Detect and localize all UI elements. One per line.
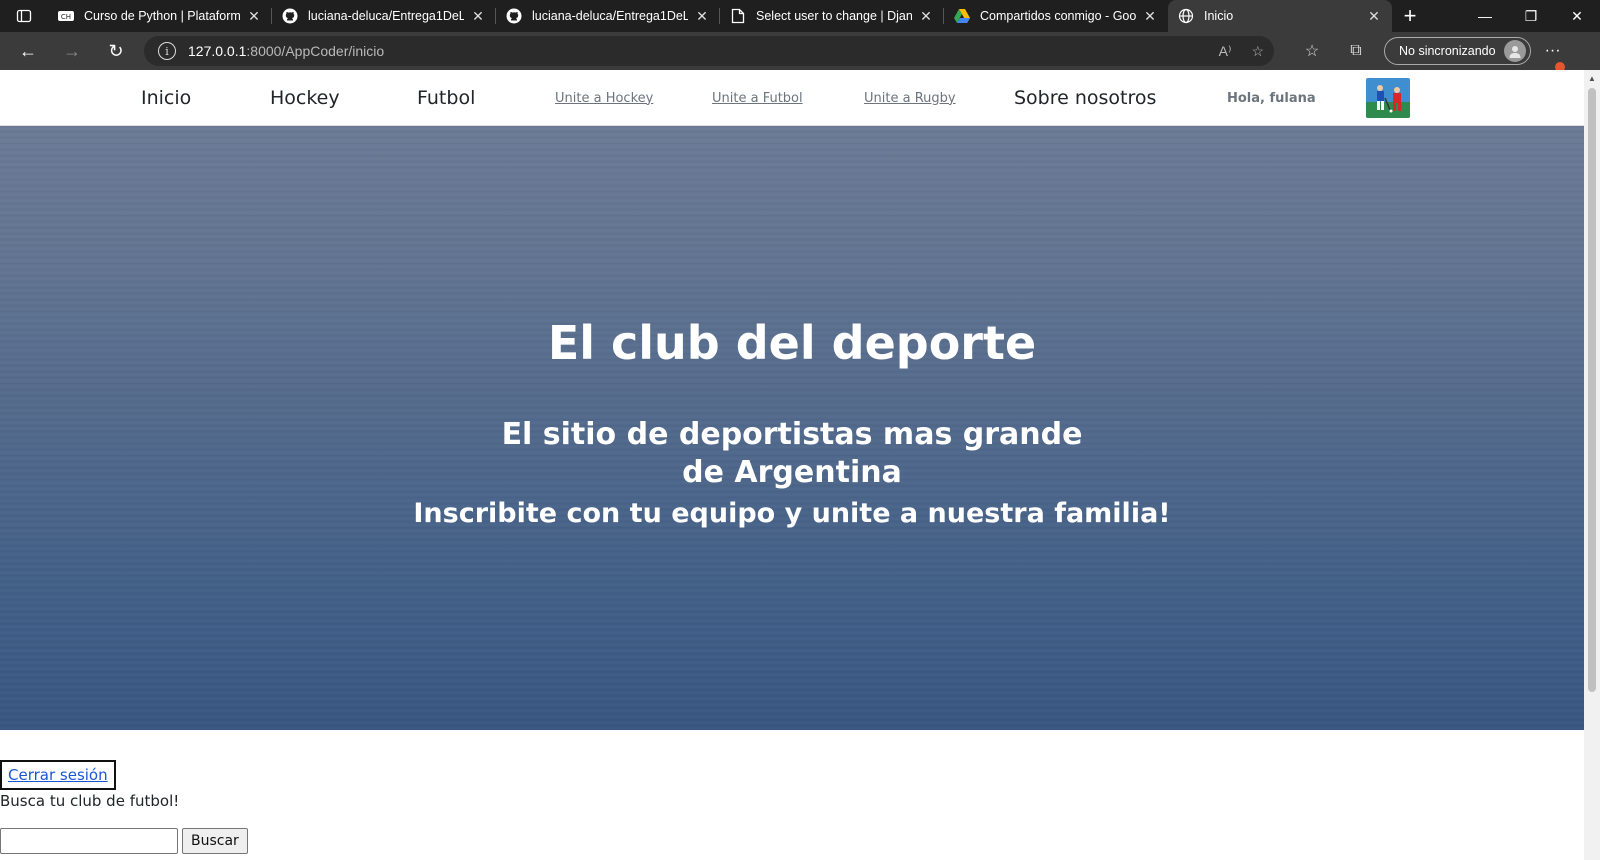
page-viewport: Inicio Hockey Futbol Unite a Hockey Unit… [0, 70, 1584, 860]
settings-more-icon[interactable]: ··· [1531, 42, 1575, 72]
tab-title: Inicio [1204, 9, 1234, 23]
close-tab-icon[interactable]: ✕ [1142, 8, 1158, 25]
hero-title: El club del deporte [547, 316, 1037, 370]
close-tab-icon[interactable]: ✕ [918, 8, 934, 25]
site-info-icon[interactable]: i [158, 42, 176, 60]
scroll-up-icon[interactable]: ▲ [1584, 70, 1600, 86]
read-aloud-icon[interactable]: A⁾ [1219, 43, 1232, 60]
site-navbar: Inicio Hockey Futbol Unite a Hockey Unit… [0, 70, 1584, 126]
url-path: :8000/AppCoder/inicio [246, 43, 385, 59]
browser-tab-bar: CH Curso de Python | Plataforma ✕ lucian… [0, 0, 1600, 32]
new-tab-icon[interactable]: + [1392, 0, 1428, 32]
page-icon [730, 8, 746, 24]
browser-tab[interactable]: Compartidos conmigo - Goog ✕ [944, 0, 1168, 32]
favorites-icon[interactable]: ☆ [1290, 41, 1334, 61]
user-avatar-image[interactable] [1366, 78, 1410, 118]
address-bar-actions: A⁾ ☆ [1219, 36, 1264, 66]
minimize-icon[interactable]: — [1462, 0, 1508, 32]
user-greeting: Hola, fulana [1227, 90, 1316, 106]
profile-label: No sincronizando [1399, 44, 1496, 58]
back-icon[interactable]: ← [6, 32, 50, 70]
window-controls: — ❐ ✕ [1462, 0, 1600, 32]
tab-title: luciana-deluca/Entrega1DeLu [532, 9, 688, 23]
tab-title: Curso de Python | Plataforma [84, 9, 240, 23]
nav-hockey[interactable]: Hockey [270, 70, 340, 126]
address-bar[interactable]: i 127.0.0.1:8000/AppCoder/inicio A⁾ ☆ [144, 36, 1274, 66]
svg-text:CH: CH [61, 13, 71, 21]
tab-title: Select user to change | Djang [756, 9, 912, 23]
tab-actions-icon[interactable] [0, 0, 48, 32]
add-favorite-icon[interactable]: ☆ [1251, 43, 1264, 60]
profile-button[interactable]: No sincronizando [1384, 37, 1531, 65]
refresh-icon[interactable]: ↻ [94, 32, 138, 70]
club-search-input[interactable] [0, 828, 178, 854]
close-window-icon[interactable]: ✕ [1554, 0, 1600, 32]
scrollbar-thumb[interactable] [1588, 88, 1596, 692]
nav-sobre-nosotros[interactable]: Sobre nosotros [1014, 70, 1156, 126]
avatar-icon [1503, 40, 1526, 62]
github-icon [506, 8, 522, 24]
nav-unite-futbol[interactable]: Unite a Futbol [712, 70, 803, 126]
browser-tab[interactable]: luciana-deluca/Entrega1DeLu ✕ [272, 0, 496, 32]
coderhouse-icon: CH [58, 8, 74, 24]
collections-icon[interactable]: ⧉ [1334, 42, 1378, 60]
browser-tab-active[interactable]: Inicio ✕ [1168, 0, 1392, 32]
tab-title: Compartidos conmigo - Goog [980, 9, 1136, 23]
browser-tab[interactable]: Select user to change | Djang ✕ [720, 0, 944, 32]
page-scrollbar[interactable]: ▲ [1584, 70, 1600, 860]
search-label: Busca tu club de futbol! [0, 792, 180, 810]
forward-icon[interactable]: → [50, 32, 94, 70]
globe-icon [1178, 8, 1194, 24]
browser-tab[interactable]: luciana-deluca/Entrega1DeLu ✕ [496, 0, 720, 32]
close-tab-icon[interactable]: ✕ [246, 8, 262, 25]
close-tab-icon[interactable]: ✕ [470, 8, 486, 25]
browser-tab[interactable]: CH Curso de Python | Plataforma ✕ [48, 0, 272, 32]
tab-title: luciana-deluca/Entrega1DeLu [308, 9, 464, 23]
hero-banner: El club del deporte El sitio de deportis… [0, 126, 1584, 730]
logout-link[interactable]: Cerrar sesión [8, 766, 108, 784]
nav-inicio[interactable]: Inicio [141, 70, 191, 126]
browser-toolbar: ← → ↻ i 127.0.0.1:8000/AppCoder/inicio A… [0, 32, 1600, 72]
nav-unite-hockey[interactable]: Unite a Hockey [555, 70, 653, 126]
logout-container: Cerrar sesión [0, 760, 116, 790]
nav-futbol[interactable]: Futbol [417, 70, 475, 126]
toolbar-right: ☆ ⧉ No sincronizando ··· [1290, 32, 1575, 72]
search-button[interactable]: Buscar [182, 828, 248, 854]
github-icon [282, 8, 298, 24]
url-host: 127.0.0.1 [188, 43, 247, 59]
hero-tagline: Inscribite con tu equipo y unite a nuest… [413, 498, 1171, 529]
google-drive-icon [954, 8, 970, 24]
restore-icon[interactable]: ❐ [1508, 0, 1554, 32]
nav-unite-rugby[interactable]: Unite a Rugby [864, 70, 956, 126]
close-tab-icon[interactable]: ✕ [1366, 8, 1382, 25]
hero-subtitle: El sitio de deportistas mas grande de Ar… [501, 417, 1083, 490]
close-tab-icon[interactable]: ✕ [694, 8, 710, 25]
